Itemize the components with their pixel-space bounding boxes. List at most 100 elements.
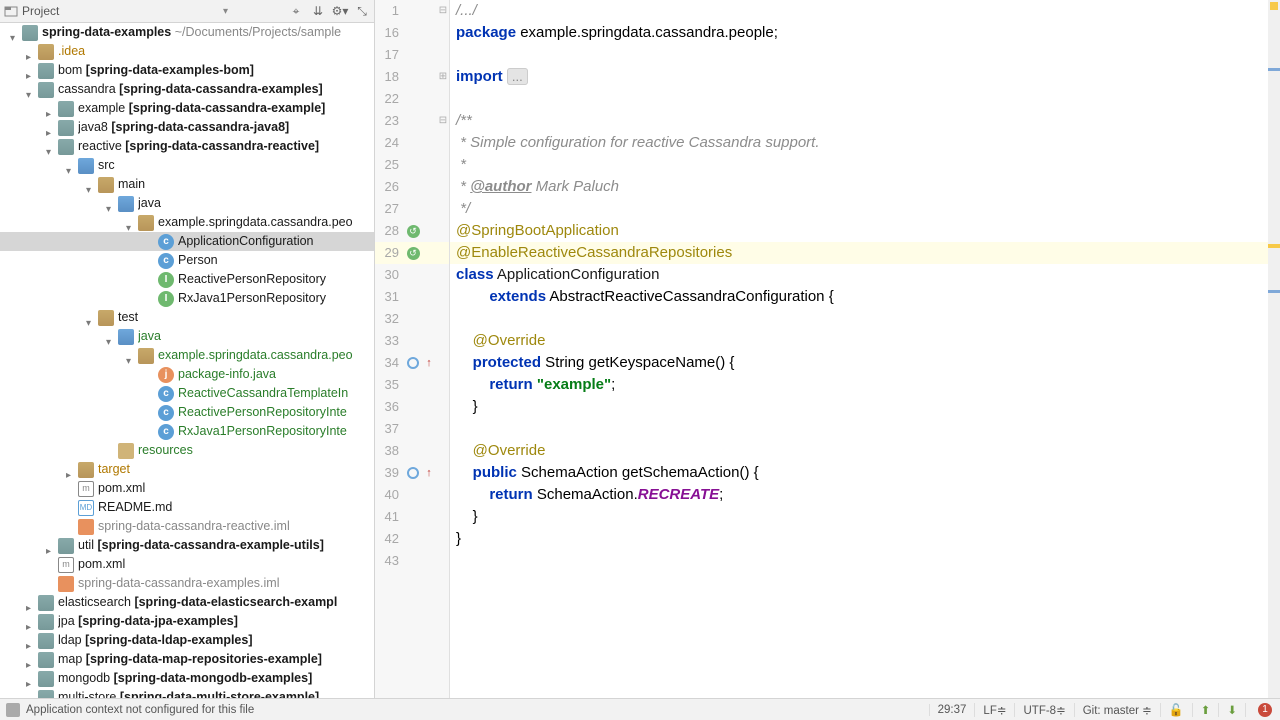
tree-row[interactable]: example [spring-data-cassandra-example]	[0, 99, 374, 118]
line-number[interactable]: 39	[375, 462, 405, 484]
line-number[interactable]: 1	[375, 0, 405, 22]
code-line[interactable]: package example.springdata.cassandra.peo…	[450, 22, 1280, 44]
implements-arrow-icon[interactable]: ↑	[426, 462, 432, 484]
line-number[interactable]: 41	[375, 506, 405, 528]
tree-twistie-icon[interactable]	[26, 636, 36, 646]
tree-twistie-icon[interactable]	[46, 541, 56, 551]
tree-twistie-icon[interactable]	[26, 66, 36, 76]
code-line[interactable]: }	[450, 528, 1280, 550]
status-icon[interactable]	[6, 703, 20, 717]
tree-row[interactable]: cassandra [spring-data-cassandra-example…	[0, 80, 374, 99]
line-number[interactable]: 26	[375, 176, 405, 198]
cursor-position[interactable]: 29:37	[929, 704, 975, 716]
inspection-warn-icon[interactable]	[1270, 2, 1278, 10]
tree-row[interactable]: .idea	[0, 42, 374, 61]
tree-row[interactable]: cPerson	[0, 251, 374, 270]
code-line[interactable]: extends AbstractReactiveCassandraConfigu…	[450, 286, 1280, 308]
line-separator[interactable]: LF≑	[974, 703, 1014, 717]
tree-row[interactable]: java	[0, 194, 374, 213]
tree-row[interactable]: example.springdata.cassandra.peo	[0, 346, 374, 365]
code-line[interactable]: */	[450, 198, 1280, 220]
code-line[interactable]: }	[450, 396, 1280, 418]
tree-row[interactable]: ldap [spring-data-ldap-examples]	[0, 631, 374, 650]
tree-row[interactable]: target	[0, 460, 374, 479]
tree-row[interactable]: spring-data-cassandra-reactive.iml	[0, 517, 374, 536]
run-gutter-icon[interactable]	[407, 225, 420, 238]
line-number[interactable]: 42	[375, 528, 405, 550]
line-number[interactable]: 29	[375, 242, 405, 264]
override-gutter-icon[interactable]	[407, 357, 419, 369]
line-number[interactable]: 30	[375, 264, 405, 286]
line-number[interactable]: 18	[375, 66, 405, 88]
vcs-commit-icon[interactable]: ⬇	[1218, 703, 1245, 717]
tree-row[interactable]: mongodb [spring-data-mongodb-examples]	[0, 669, 374, 688]
tree-twistie-icon[interactable]	[86, 180, 96, 190]
tree-row[interactable]: map [spring-data-map-repositories-exampl…	[0, 650, 374, 669]
git-branch[interactable]: Git: master ≑	[1074, 703, 1160, 717]
tree-row[interactable]: mpom.xml	[0, 555, 374, 574]
file-encoding[interactable]: UTF-8≑	[1014, 703, 1073, 717]
code-line[interactable]	[450, 308, 1280, 330]
tree-row[interactable]: jpackage-info.java	[0, 365, 374, 384]
code-line[interactable]: class ApplicationConfiguration	[450, 264, 1280, 286]
override-gutter-icon[interactable]	[407, 467, 419, 479]
tree-twistie-icon[interactable]	[46, 142, 56, 152]
code-line[interactable]: @Override	[450, 440, 1280, 462]
line-number[interactable]: 22	[375, 88, 405, 110]
code-line[interactable]: import ...	[450, 66, 1280, 88]
tree-row[interactable]: IReactivePersonRepository	[0, 270, 374, 289]
tree-row[interactable]: spring-data-cassandra-examples.iml	[0, 574, 374, 593]
code-line[interactable]: @SpringBootApplication	[450, 220, 1280, 242]
line-number[interactable]: 27	[375, 198, 405, 220]
tree-row[interactable]: bom [spring-data-examples-bom]	[0, 61, 374, 80]
scroll-mark[interactable]	[1268, 244, 1280, 248]
line-number[interactable]: 32	[375, 308, 405, 330]
code-line[interactable]	[450, 88, 1280, 110]
code-line[interactable]: return "example";	[450, 374, 1280, 396]
tree-twistie-icon[interactable]	[106, 332, 116, 342]
line-number[interactable]: 23	[375, 110, 405, 132]
line-number[interactable]: 35	[375, 374, 405, 396]
line-number[interactable]: 16	[375, 22, 405, 44]
tree-row[interactable]: spring-data-examples ~/Documents/Project…	[0, 23, 374, 42]
tree-row[interactable]: util [spring-data-cassandra-example-util…	[0, 536, 374, 555]
tree-twistie-icon[interactable]	[46, 104, 56, 114]
tree-row[interactable]: cRxJava1PersonRepositoryInte	[0, 422, 374, 441]
code-line[interactable]: }	[450, 506, 1280, 528]
tree-twistie-icon[interactable]	[66, 465, 76, 475]
tree-row[interactable]: IRxJava1PersonRepository	[0, 289, 374, 308]
collapse-all-icon[interactable]: ⇊	[310, 3, 326, 19]
code-line[interactable]: return SchemaAction.RECREATE;	[450, 484, 1280, 506]
tree-twistie-icon[interactable]	[26, 655, 36, 665]
line-number[interactable]: 37	[375, 418, 405, 440]
tree-row[interactable]: java	[0, 327, 374, 346]
project-view-dropdown[interactable]: ▾	[223, 6, 228, 17]
settings-gear-icon[interactable]: ⚙▾	[332, 3, 348, 19]
readonly-lock-icon[interactable]: 🔓	[1160, 703, 1192, 717]
tree-twistie-icon[interactable]	[126, 351, 136, 361]
code-line[interactable]: *	[450, 154, 1280, 176]
tree-twistie-icon[interactable]	[26, 674, 36, 684]
impl-arrow-col[interactable]: ↑	[421, 352, 437, 374]
line-number[interactable]: 31	[375, 286, 405, 308]
code-line[interactable]: * @author Mark Paluch	[450, 176, 1280, 198]
editor[interactable]: 1⊟161718⊞2223⊟2425262728293031323334↑353…	[375, 0, 1280, 698]
tree-row[interactable]: elasticsearch [spring-data-elasticsearch…	[0, 593, 374, 612]
tree-row[interactable]: resources	[0, 441, 374, 460]
tree-row[interactable]: jpa [spring-data-jpa-examples]	[0, 612, 374, 631]
gutter-mark[interactable]	[405, 467, 421, 479]
line-number[interactable]: 36	[375, 396, 405, 418]
tree-row[interactable]: java8 [spring-data-cassandra-java8]	[0, 118, 374, 137]
tree-row[interactable]: cReactiveCassandraTemplateIn	[0, 384, 374, 403]
tree-twistie-icon[interactable]	[26, 617, 36, 627]
locate-icon[interactable]: ⌖	[288, 3, 304, 19]
fold-toggle-icon[interactable]: ⊟	[437, 0, 449, 22]
code-line[interactable]	[450, 44, 1280, 66]
scroll-mark[interactable]	[1268, 290, 1280, 293]
run-gutter-icon[interactable]	[407, 247, 420, 260]
line-number[interactable]: 17	[375, 44, 405, 66]
code-line[interactable]: public SchemaAction getSchemaAction() {	[450, 462, 1280, 484]
tree-row[interactable]: cApplicationConfiguration	[0, 232, 374, 251]
line-number[interactable]: 43	[375, 550, 405, 572]
tree-twistie-icon[interactable]	[126, 218, 136, 228]
